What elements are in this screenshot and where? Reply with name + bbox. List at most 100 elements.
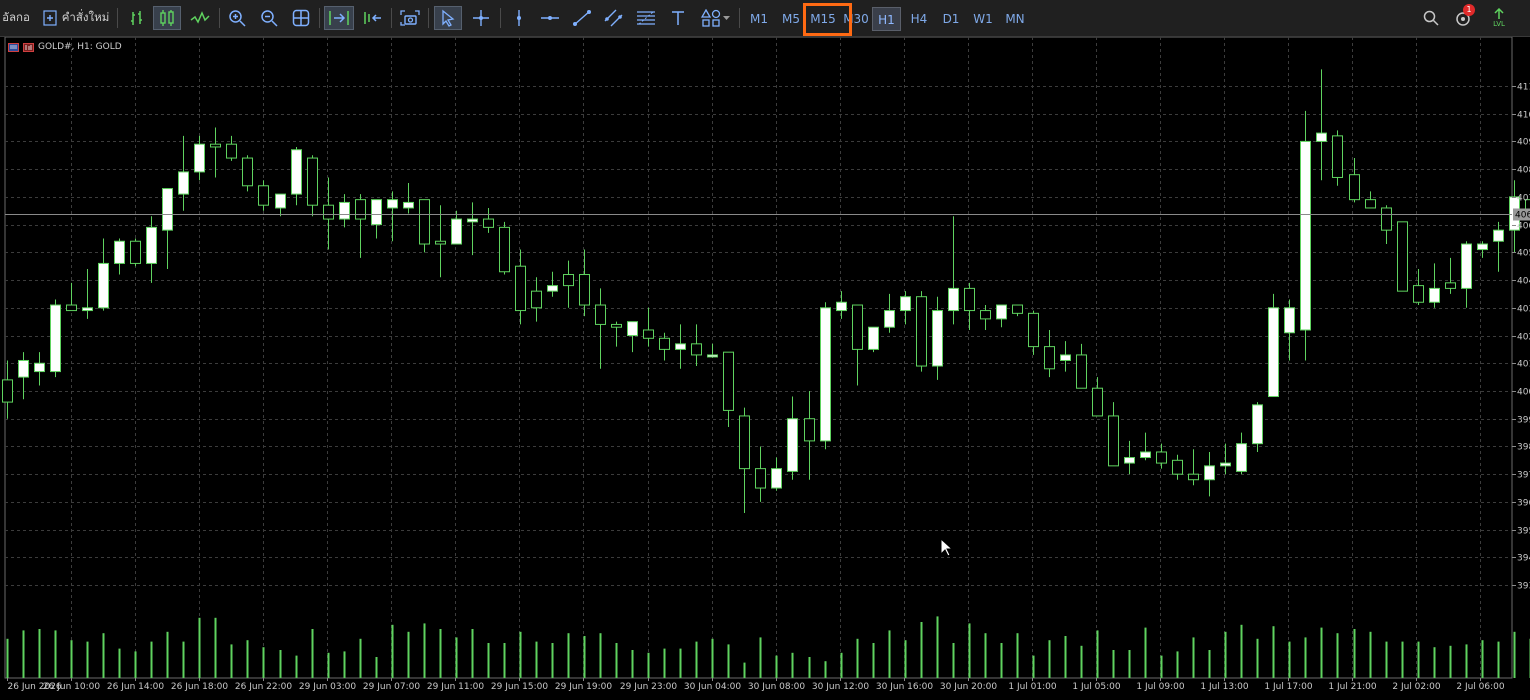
line-chart-button[interactable] xyxy=(186,6,214,30)
time-axis-label: 1 Jul 21:00 xyxy=(1328,682,1377,692)
time-axis-label: 1 Jul 13:00 xyxy=(1200,682,1249,692)
zoom-out-button[interactable] xyxy=(256,6,282,30)
candle-body-bear xyxy=(1076,354,1087,389)
tile-windows-button[interactable] xyxy=(288,6,314,30)
candle-body-bull xyxy=(1284,307,1295,334)
search-button[interactable] xyxy=(1418,6,1444,30)
timeframe-d1[interactable]: D1 xyxy=(937,7,965,31)
timeframe-mn[interactable]: MN xyxy=(1000,7,1030,31)
algo-trading-label: อัลกอ xyxy=(2,10,30,24)
time-axis-label: 30 Jun 04:00 xyxy=(684,682,741,692)
bar-chart-button[interactable] xyxy=(124,6,150,30)
time-axis-label: 29 Jun 23:00 xyxy=(620,682,677,692)
time-axis-label: 30 Jun 20:00 xyxy=(940,682,997,692)
time-axis-label: 26 Jun 22:00 xyxy=(235,682,292,692)
time-axis-label: 29 Jun 19:00 xyxy=(555,682,612,692)
chart-window[interactable]: 411 410 409 408 407 406 405 404 403 402 401 400 399 3… xyxy=(0,37,1530,700)
candle-body-bull xyxy=(50,304,61,373)
fibonacci-tool-button[interactable] xyxy=(633,6,659,30)
signal-button[interactable]: LVL xyxy=(1487,6,1511,30)
candle-body-bull xyxy=(34,362,45,373)
price-chart[interactable]: 411 410 409 408 407 406 405 404 403 402 401 400 399 3… xyxy=(0,37,1530,700)
chart-properties-icon xyxy=(23,42,34,52)
candle-body-bull xyxy=(1477,243,1488,251)
zoom-in-button[interactable] xyxy=(224,6,250,30)
candle-body-bull xyxy=(114,240,125,264)
timeframe-w1[interactable]: W1 xyxy=(969,7,997,31)
candle-body-bull xyxy=(18,359,29,378)
channel-tool-button[interactable] xyxy=(601,6,627,30)
candle-body-bull xyxy=(1220,462,1231,467)
cursor-tool-button[interactable] xyxy=(434,6,462,30)
time-axis-label: 30 Jun 08:00 xyxy=(748,682,805,692)
price-axis-label: 408 xyxy=(1517,166,1530,176)
price-axis-label: 409 xyxy=(1517,138,1530,148)
candle-body-bear xyxy=(226,143,237,159)
candle-body-bear xyxy=(964,287,975,312)
candle-body-bear xyxy=(1028,312,1039,348)
candle-body-bull xyxy=(1140,451,1151,459)
bar-chart-icon xyxy=(128,9,146,27)
candlestick-icon xyxy=(158,9,176,27)
time-axis-label: 1 Jul 17:00 xyxy=(1264,682,1313,692)
time-axis-label: 2 Jul 06:00 xyxy=(1456,682,1505,692)
new-order-button[interactable]: คำสั่งใหม่ xyxy=(42,6,110,30)
chart-shift-button[interactable] xyxy=(358,6,386,30)
price-axis-label: 407 xyxy=(1517,194,1530,204)
candle-body-bear xyxy=(595,304,606,325)
candle-body-bull xyxy=(387,199,398,209)
fibonacci-icon xyxy=(636,9,656,27)
candle-body-bear xyxy=(323,204,334,220)
price-axis-label: 400 xyxy=(1517,388,1530,398)
candle-body-bear xyxy=(611,323,622,328)
autoscroll-button[interactable] xyxy=(324,6,354,30)
candle-body-bear xyxy=(739,415,750,470)
screenshot-button[interactable] xyxy=(397,6,423,30)
candle-body-bull xyxy=(371,199,382,226)
candle-body-bear xyxy=(2,379,13,403)
price-axis-label: 410 xyxy=(1517,111,1530,121)
candle-body-bear xyxy=(1044,346,1055,370)
candle-body-bear xyxy=(1397,221,1408,292)
timeframe-h1[interactable]: H1 xyxy=(872,7,901,31)
candle-body-bull xyxy=(451,218,462,245)
chart-symbol-text: GOLD#, H1: GOLD xyxy=(38,42,122,52)
signal-icon xyxy=(1493,8,1505,20)
candlestick-button[interactable] xyxy=(153,6,181,30)
zoom-out-icon xyxy=(260,9,278,27)
shapes-tool-button[interactable] xyxy=(696,6,734,30)
candle-body-bear xyxy=(804,418,815,442)
candle-body-bear xyxy=(1012,304,1023,314)
crosshair-tool-button[interactable] xyxy=(468,6,494,30)
vertical-line-tool-button[interactable] xyxy=(506,6,532,30)
candle-body-bull xyxy=(162,188,173,231)
trendline-tool-button[interactable] xyxy=(569,6,595,30)
candle-body-bear xyxy=(1332,135,1343,178)
candle-body-bull xyxy=(1429,287,1440,303)
chart-menu-icon xyxy=(8,42,19,52)
price-axis-label: 403 xyxy=(1517,305,1530,315)
candle-body-bear xyxy=(1092,387,1103,417)
candle-body-bull xyxy=(178,171,189,195)
current-price-label: 406 xyxy=(1515,211,1530,221)
line-chart-icon xyxy=(190,10,210,26)
timeframe-m5[interactable]: M5 xyxy=(777,7,805,31)
candle-body-bear xyxy=(210,143,221,148)
candle-body-bear xyxy=(1156,451,1167,464)
dropdown-arrow-icon xyxy=(722,15,730,21)
price-axis-label: 406 xyxy=(1517,222,1530,232)
tile-windows-icon xyxy=(292,9,310,27)
candle-body-bull xyxy=(627,321,638,337)
notification-badge: 1 xyxy=(1463,4,1475,16)
candle-body-bear xyxy=(483,218,494,228)
candle-body-bull xyxy=(787,418,798,472)
notification-button[interactable]: 1 xyxy=(1450,4,1476,30)
algo-trading-button[interactable]: อัลกอ xyxy=(0,6,32,30)
timeframe-h4[interactable]: H4 xyxy=(905,7,933,31)
text-icon xyxy=(670,9,686,27)
price-axis-label: 401 xyxy=(1517,360,1530,370)
horizontal-line-tool-button[interactable] xyxy=(537,6,563,30)
timeframe-m1[interactable]: M1 xyxy=(745,7,773,31)
text-tool-button[interactable] xyxy=(665,6,691,30)
candle-body-bear xyxy=(1381,207,1392,231)
